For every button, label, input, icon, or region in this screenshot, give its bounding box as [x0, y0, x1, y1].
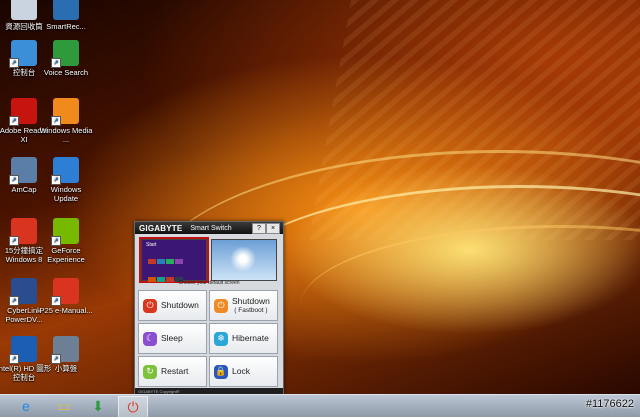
microphone-icon: ↗: [51, 40, 79, 68]
fast-power-button[interactable]: ⏻ Shutdown( Fastboot ): [209, 290, 278, 321]
desktop-icon[interactable]: ↗ Windows Media ...: [38, 98, 94, 144]
lock-icon: 🔒: [214, 364, 228, 379]
desktop-icon-label: GeForce Experience: [47, 246, 85, 264]
camera-icon: ↗: [9, 157, 37, 185]
shortcut-arrow-icon: ↗: [51, 116, 61, 126]
desktop-icon[interactable]: ↗ P25 e-Manual...: [38, 278, 94, 315]
desktop-screen-option[interactable]: [211, 239, 277, 281]
desktop-icon[interactable]: ↗ Windows Update: [38, 157, 94, 203]
desktop-wallpaper: 資源回收筒 SmartRec... ↗ 控制台 ↗ Voice Search ↗ Adobe …: [0, 0, 640, 394]
desktop-icon[interactable]: ↗ Voice Search: [38, 40, 94, 77]
power-button[interactable]: ⏻ Shutdown: [138, 290, 207, 321]
restart-icon: ↻: [143, 364, 157, 379]
desktop-icon-label: SmartRec...: [46, 22, 86, 31]
hibernate-icon: ❄: [214, 331, 228, 346]
smart-switch-window: GIGABYTE Smart Switch ? × Start Choose y…: [134, 221, 284, 396]
button-sublabel: ( Fastboot ): [234, 306, 268, 314]
button-label-main: Hibernate: [232, 333, 269, 343]
hibernate-button[interactable]: ❄ Hibernate: [209, 323, 278, 354]
window-title: Smart Switch: [190, 224, 232, 232]
button-label-main: Shutdown: [232, 295, 270, 306]
button-label: Hibernate: [232, 334, 269, 343]
fast-power-icon: ⏻: [214, 298, 228, 313]
intel-graphics-icon: ↗: [9, 336, 37, 364]
default-screen-chooser: Start: [139, 237, 279, 300]
windows-update-icon: ↗: [51, 157, 79, 185]
start-screen-option[interactable]: Start: [139, 237, 209, 300]
geforce-icon: ↗: [51, 218, 79, 246]
desktop-icon-label: Voice Search: [43, 68, 89, 77]
watermark-text: #1176622: [585, 398, 634, 410]
shortcut-arrow-icon: ↗: [9, 236, 19, 246]
smart-switch-titlebar[interactable]: GIGABYTE Smart Switch ? ×: [135, 222, 283, 234]
internet-explorer-icon[interactable]: e: [12, 396, 40, 416]
help-button[interactable]: ?: [252, 223, 266, 234]
desktop-preview-icon: [230, 246, 256, 272]
button-label: Shutdown( Fastboot ): [232, 295, 270, 315]
calculator-icon: ↗: [51, 336, 79, 364]
powerdvd-icon: ↗: [9, 278, 37, 306]
button-label: Lock: [232, 367, 250, 376]
close-button[interactable]: ×: [266, 223, 280, 234]
button-label-main: Restart: [161, 366, 189, 376]
desktop-icon-label: Windows Media ...: [39, 126, 93, 144]
control-panel-icon: ↗: [9, 40, 37, 68]
shortcut-arrow-icon: ↗: [9, 354, 19, 364]
button-label-main: Sleep: [161, 333, 183, 343]
moon-button[interactable]: ☾ Sleep: [138, 323, 207, 354]
desktop-icon-label: Windows Update: [50, 185, 82, 203]
smart-switch-taskbar-icon[interactable]: ⏻: [118, 396, 148, 418]
screen-caption: Choose your default screen: [178, 280, 240, 286]
desktop-icon[interactable]: ↗ GeForce Experience: [38, 218, 94, 264]
button-label: Restart: [161, 367, 188, 376]
desktop-icon-label: P25 e-Manual...: [39, 306, 93, 315]
media-player-icon: ↗: [51, 98, 79, 126]
shortcut-arrow-icon: ↗: [9, 58, 19, 68]
pdf-document-icon: ↗: [51, 278, 79, 306]
shortcut-arrow-icon: ↗: [51, 296, 61, 306]
desktop-icon[interactable]: SmartRec...: [38, 0, 94, 31]
desktop-icon[interactable]: ↗ 小算盤: [38, 336, 94, 373]
shortcut-arrow-icon: ↗: [51, 58, 61, 68]
shortcut-arrow-icon: ↗: [51, 354, 61, 364]
shortcut-arrow-icon: ↗: [9, 296, 19, 306]
start-screen-label: Start: [146, 242, 157, 248]
shortcut-arrow-icon: ↗: [51, 236, 61, 246]
smart-recovery-icon: [53, 0, 79, 20]
download-icon[interactable]: ⬇: [84, 396, 112, 416]
lock-button[interactable]: 🔒 Lock: [209, 356, 278, 387]
moon-icon: ☾: [143, 331, 157, 346]
button-label-main: Lock: [232, 366, 250, 376]
power-icon: ⏻: [143, 298, 157, 313]
restart-button[interactable]: ↻ Restart: [138, 356, 207, 387]
file-explorer-icon[interactable]: ▭: [50, 396, 78, 416]
taskbar: e ▭ ⬇ ⏻: [0, 394, 640, 418]
desktop-icon-label: 小算盤: [54, 364, 78, 373]
gigabyte-logo: GIGABYTE: [139, 223, 183, 233]
button-label: Sleep: [161, 334, 183, 343]
button-label: Shutdown: [161, 301, 199, 310]
shortcut-arrow-icon: ↗: [51, 175, 61, 185]
adobe-reader-icon: ↗: [9, 98, 37, 126]
pdf-document-icon: ↗: [9, 218, 37, 246]
shortcut-arrow-icon: ↗: [9, 116, 19, 126]
button-label-main: Shutdown: [161, 300, 199, 310]
shortcut-arrow-icon: ↗: [9, 175, 19, 185]
recycle-bin-icon: [11, 0, 37, 20]
